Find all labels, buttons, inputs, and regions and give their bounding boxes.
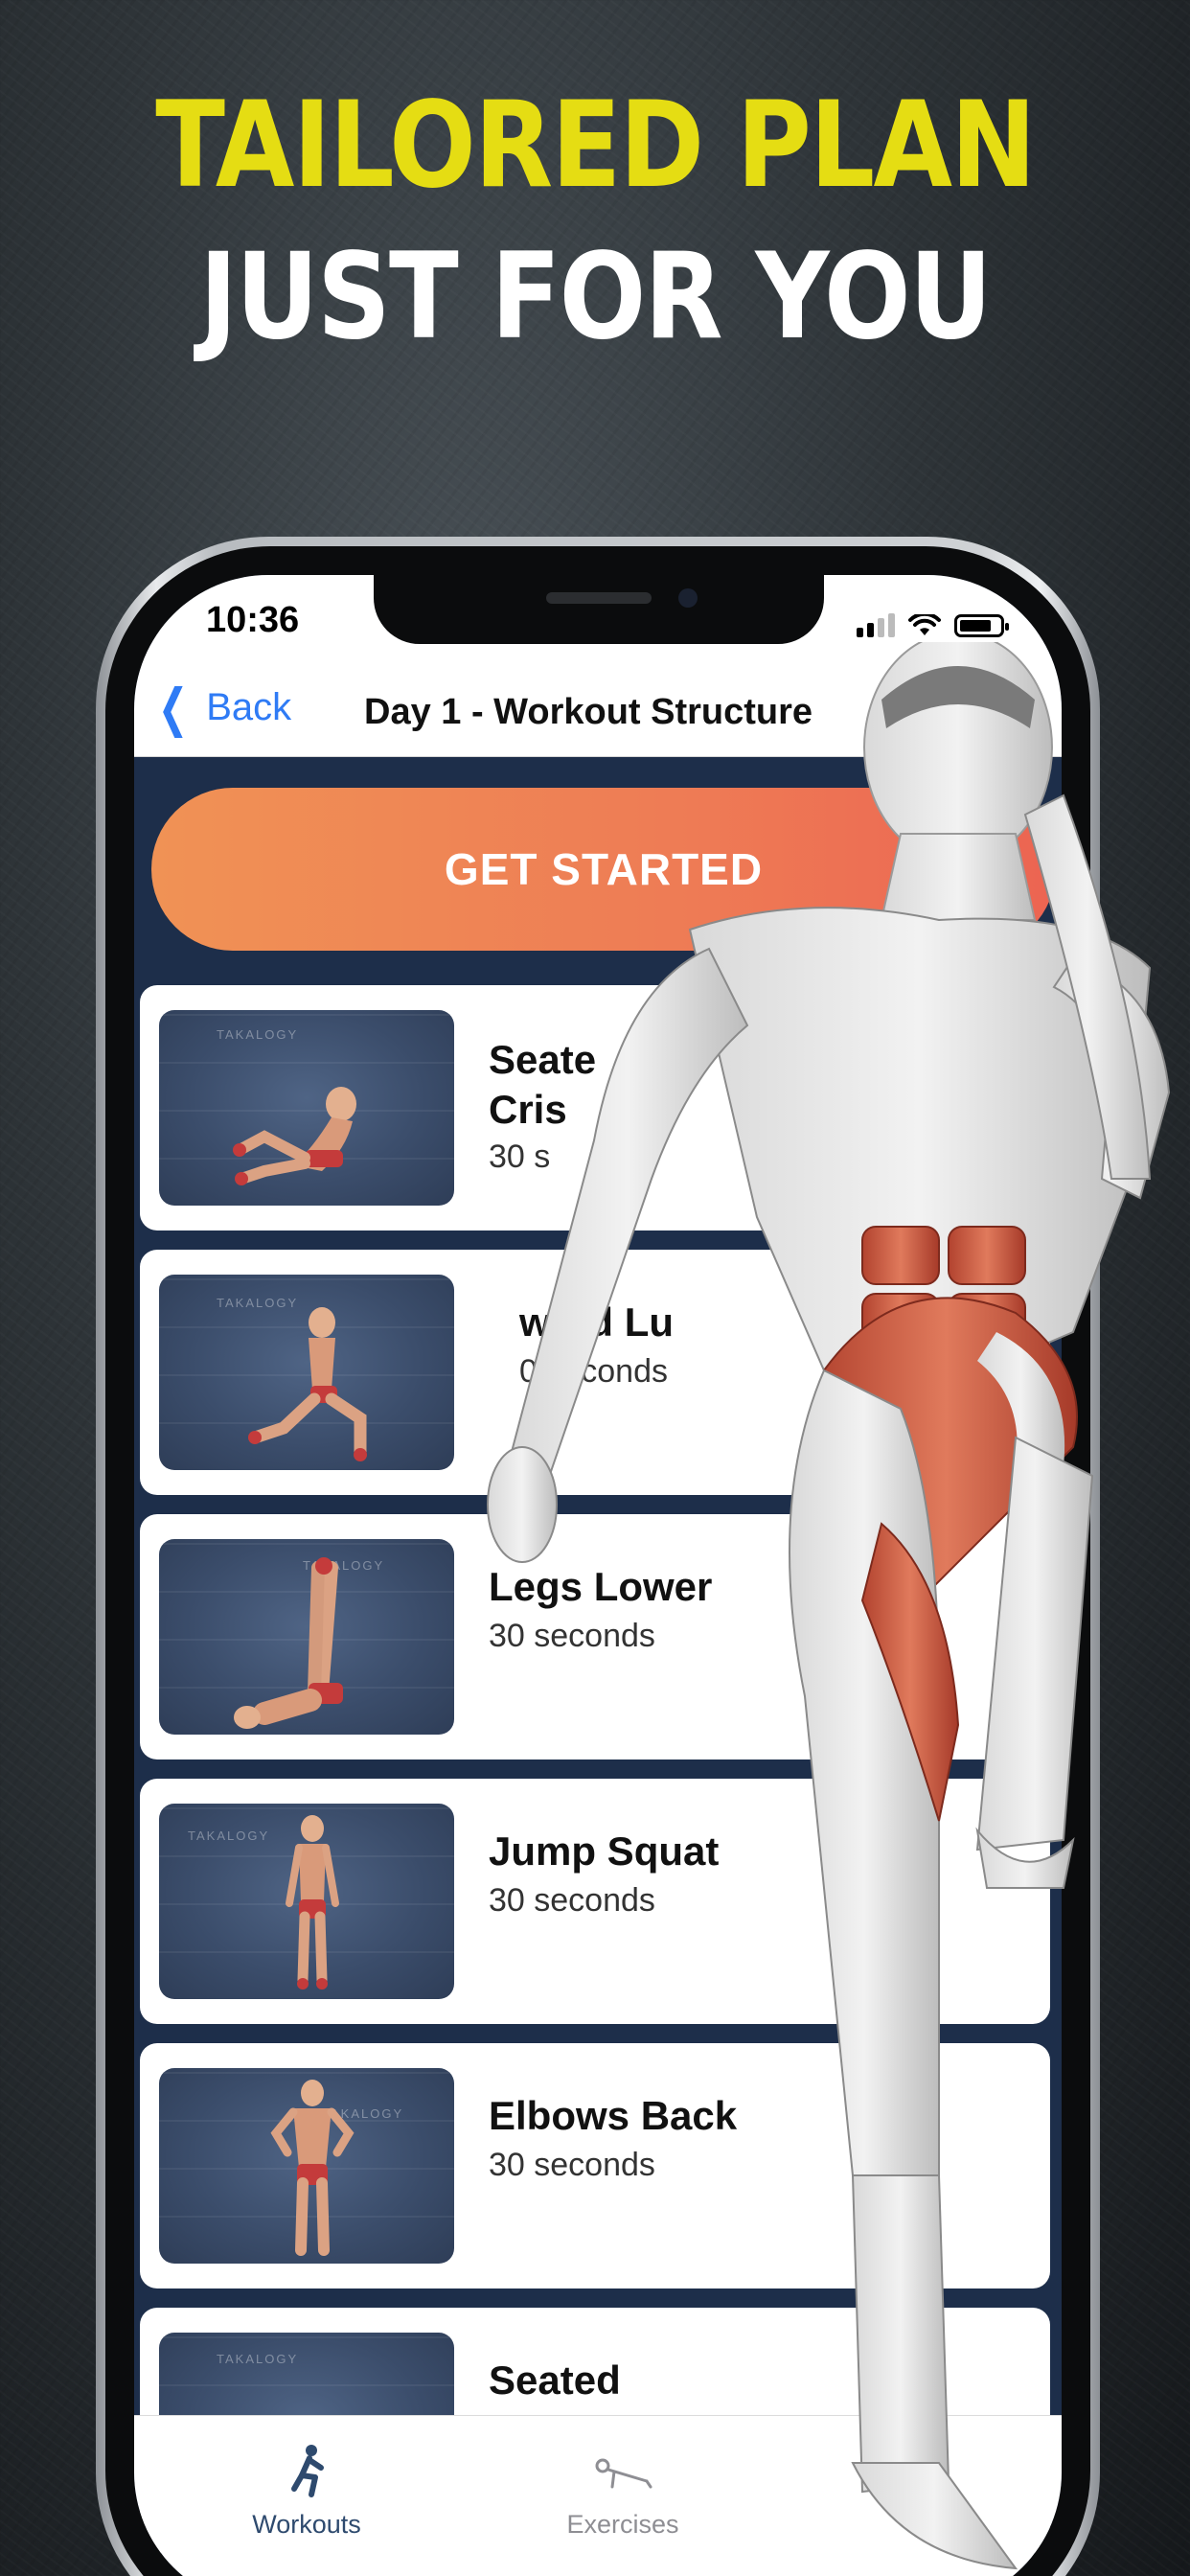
status-icons [857,613,1009,637]
leg-raise-figure [234,1557,343,1729]
cellular-signal-icon [857,613,895,637]
phone-notch [374,575,824,644]
status-time: 10:36 [206,600,300,640]
workout-figure-icon [291,2445,324,2497]
headline-line2: JUST FOR YOU [199,228,992,366]
earpiece-speaker [546,592,652,604]
headline-line1: TAILORED PLAN [155,77,1036,215]
battery-icon [954,614,1009,637]
tab-workouts[interactable]: Workouts [201,2443,412,2540]
jump-squat-figure [286,1815,339,1990]
thumb-watermark: TAKALOGY [217,2352,299,2366]
crunch-figure [233,1087,356,1185]
tab-workouts-label: Workouts [252,2510,361,2539]
thumb-watermark: TAKALOGY [217,1027,299,1042]
elbows-back-figure [270,2080,355,2256]
chevron-left-icon: ❮ [157,678,189,737]
lunge-figure [248,1307,367,1461]
wifi-icon [908,614,941,635]
front-camera [678,588,698,608]
anatomy-figure-illustration [487,642,1171,2570]
thumb-watermark: TAKALOGY [188,1828,270,1843]
back-label: Back [206,686,292,728]
back-button[interactable]: ❮ Back [151,678,292,737]
